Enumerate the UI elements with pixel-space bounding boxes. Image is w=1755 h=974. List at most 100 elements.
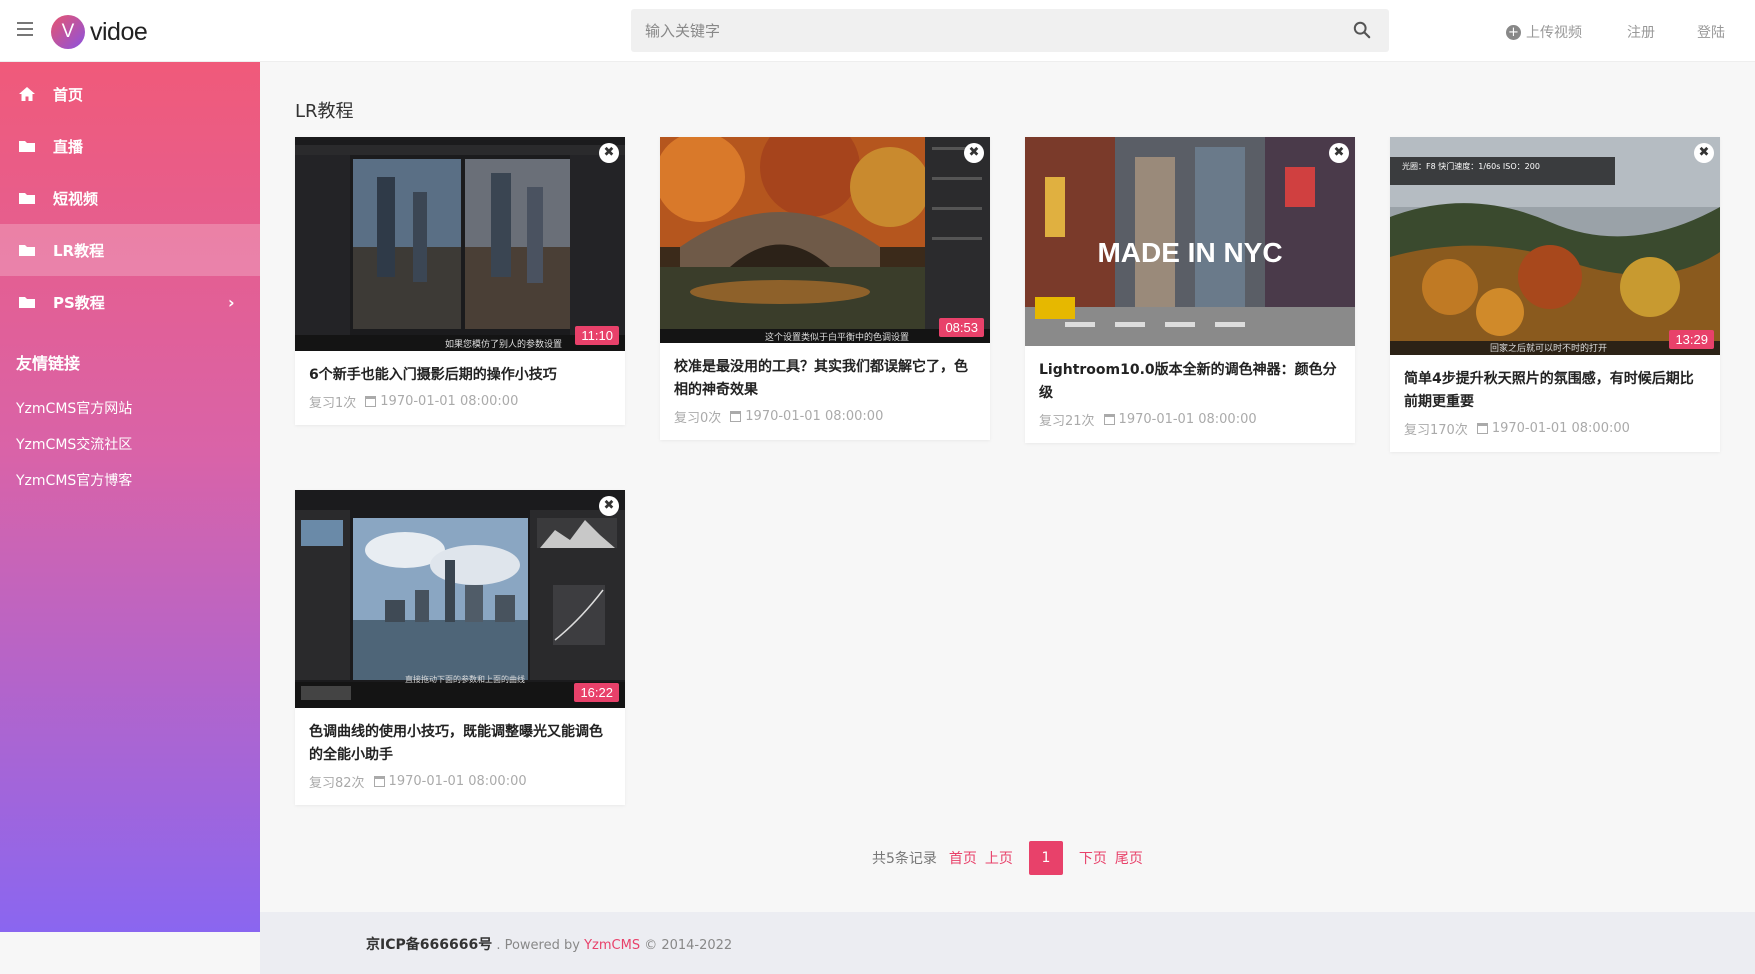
brand-link[interactable]: YzmCMS: [584, 938, 640, 953]
publish-date: 1970-01-01 08:00:00: [380, 394, 519, 409]
exif-caption: 光圈：F8 快门速度：1/60s ISO：200: [1402, 161, 1540, 171]
calendar-icon: [730, 411, 742, 422]
login-link[interactable]: 登陆: [1697, 22, 1725, 42]
video-card[interactable]: 直接拖动下面的参数和上面的曲线 ✖ 16:22 色调曲线的使用小技巧，既能调整曝…: [295, 490, 625, 805]
folder-icon: [19, 193, 35, 204]
sidebar-item-lr-tutorial[interactable]: LR教程: [0, 224, 260, 276]
thumbnail-caption: MADE IN NYC: [1097, 237, 1282, 268]
video-title[interactable]: Lightroom10.0版本全新的调色神器：颜色分级: [1039, 359, 1341, 405]
plus-circle-icon: +: [1506, 24, 1521, 40]
video-card[interactable]: MADE IN NYC ✖ Lightroom10.0版本全新的调色神器：颜色分…: [1025, 137, 1355, 443]
close-icon[interactable]: ✖: [599, 496, 619, 516]
publish-date: 1970-01-01 08:00:00: [745, 409, 884, 424]
sidebar-item-label: LR教程: [53, 241, 105, 260]
thumbnail-image: 光圈：F8 快门速度：1/60s ISO：200 回家之后就可以时不时的打开: [1390, 137, 1720, 355]
current-page[interactable]: 1: [1028, 841, 1063, 875]
first-page-link[interactable]: 首页: [949, 848, 977, 868]
view-count: 复习1次: [309, 396, 357, 411]
search-input[interactable]: [631, 9, 1331, 52]
sidebar-item-live[interactable]: 直播: [0, 120, 260, 172]
close-icon[interactable]: ✖: [1329, 143, 1349, 163]
video-card[interactable]: 光圈：F8 快门速度：1/60s ISO：200 回家之后就可以时不时的打开 ✖…: [1390, 137, 1720, 452]
search-bar: [631, 9, 1389, 52]
hamburger-menu-icon[interactable]: [17, 22, 33, 36]
duration-badge: 13:29: [1669, 330, 1714, 349]
view-count: 复习0次: [674, 411, 722, 426]
video-title[interactable]: 简单4步提升秋天照片的氛围感，有时候后期比前期更重要: [1404, 368, 1706, 414]
video-thumbnail[interactable]: 这个设置类似于白平衡中的色调设置 ✖ 08:53: [660, 137, 990, 343]
video-thumbnail[interactable]: 直接拖动下面的参数和上面的曲线 ✖ 16:22: [295, 490, 625, 708]
duration-badge: 11:10: [575, 326, 619, 345]
view-count: 复习82次: [309, 776, 365, 791]
video-meta: 复习170次 1970-01-01 08:00:00: [1404, 419, 1706, 438]
publish-date: 1970-01-01 08:00:00: [388, 774, 527, 789]
close-icon[interactable]: ✖: [1694, 143, 1714, 163]
sidebar-item-ps-tutorial[interactable]: PS教程 ›: [0, 276, 260, 328]
video-title[interactable]: 6个新手也能入门摄影后期的操作小技巧: [309, 364, 611, 387]
logo-mark: V: [51, 15, 85, 49]
video-meta: 复习82次 1970-01-01 08:00:00: [309, 772, 611, 791]
total-records: 共5条记录: [872, 851, 937, 867]
chevron-right-icon: ›: [228, 292, 235, 312]
video-title[interactable]: 色调曲线的使用小技巧，既能调整曝光又能调色的全能小助手: [309, 721, 611, 767]
sidebar-item-short-video[interactable]: 短视频: [0, 172, 260, 224]
sidebar-item-label: 直播: [53, 137, 84, 156]
sidebar-item-home[interactable]: 首页: [0, 68, 260, 120]
duration-badge: 16:22: [574, 683, 619, 702]
powered-by-label: . Powered by: [492, 938, 585, 953]
view-count: 复习21次: [1039, 414, 1095, 429]
sidebar-item-label: 短视频: [53, 189, 99, 208]
footer: 京ICP备666666号 . Powered by YzmCMS © 2014-…: [260, 912, 1755, 974]
video-thumbnail[interactable]: MADE IN NYC ✖: [1025, 137, 1355, 346]
pagination: 共5条记录 首页 上页 1 下页 尾页: [872, 841, 1147, 875]
last-page-link[interactable]: 尾页: [1115, 848, 1143, 868]
search-icon[interactable]: [1353, 21, 1371, 39]
thumbnail-image: 这个设置类似于白平衡中的色调设置: [660, 137, 990, 343]
thumbnail-caption: 这个设置类似于白平衡中的色调设置: [765, 331, 909, 343]
calendar-icon: [1476, 423, 1488, 434]
view-count: 复习170次: [1404, 423, 1468, 438]
thumbnail-image: MADE IN NYC: [1025, 137, 1355, 346]
thumbnail-caption: 回家之后就可以时不时的打开: [1490, 342, 1607, 354]
close-icon[interactable]: ✖: [964, 143, 984, 163]
top-header: V vidoe + 上传视频 注册 登陆: [0, 0, 1755, 62]
thumbnail-image: 直接拖动下面的参数和上面的曲线: [295, 490, 625, 708]
friend-link[interactable]: YzmCMS官方网站: [16, 398, 132, 418]
icp-number: 京ICP备666666号: [366, 937, 493, 953]
video-card[interactable]: 这个设置类似于白平衡中的色调设置 ✖ 08:53 校准是最没用的工具？其实我们都…: [660, 137, 990, 440]
site-logo[interactable]: V vidoe: [51, 15, 148, 49]
close-icon[interactable]: ✖: [599, 143, 619, 163]
video-meta: 复习1次 1970-01-01 08:00:00: [309, 392, 611, 411]
upload-video-button[interactable]: + 上传视频: [1506, 22, 1582, 42]
thumbnail-caption: 如果您模仿了别人的参数设置: [445, 338, 562, 350]
video-meta: 复习21次 1970-01-01 08:00:00: [1039, 410, 1341, 429]
sidebar: 首页 直播 短视频 LR教程 PS教程 › 友情链接 YzmCMS官方网站 Yz…: [0, 62, 260, 932]
friend-link[interactable]: YzmCMS交流社区: [16, 434, 132, 454]
copyright: © 2014-2022: [640, 938, 733, 953]
home-icon: [19, 87, 35, 101]
thumbnail-image: 如果您模仿了别人的参数设置: [295, 137, 625, 351]
calendar-icon: [365, 396, 377, 407]
prev-page-link[interactable]: 上页: [985, 848, 1013, 868]
register-link[interactable]: 注册: [1627, 22, 1655, 42]
thumbnail-caption: 直接拖动下面的参数和上面的曲线: [405, 674, 525, 684]
video-thumbnail[interactable]: 如果您模仿了别人的参数设置 ✖ 11:10: [295, 137, 625, 351]
calendar-icon: [373, 776, 385, 787]
footer-text: 京ICP备666666号 . Powered by YzmCMS © 2014-…: [366, 934, 732, 954]
folder-icon: [19, 297, 35, 308]
video-thumbnail[interactable]: 光圈：F8 快门速度：1/60s ISO：200 回家之后就可以时不时的打开 ✖…: [1390, 137, 1720, 355]
friend-link[interactable]: YzmCMS官方博客: [16, 470, 132, 490]
folder-icon: [19, 141, 35, 152]
video-title[interactable]: 校准是最没用的工具？其实我们都误解它了，色相的神奇效果: [674, 356, 976, 402]
page-title: LR教程: [295, 101, 354, 122]
duration-badge: 08:53: [939, 318, 984, 337]
logo-text: vidoe: [90, 17, 148, 46]
calendar-icon: [1103, 414, 1115, 425]
video-card[interactable]: 如果您模仿了别人的参数设置 ✖ 11:10 6个新手也能入门摄影后期的操作小技巧…: [295, 137, 625, 425]
sidebar-item-label: 首页: [53, 85, 84, 104]
next-page-link[interactable]: 下页: [1079, 848, 1107, 868]
publish-date: 1970-01-01 08:00:00: [1491, 421, 1630, 436]
video-meta: 复习0次 1970-01-01 08:00:00: [674, 407, 976, 426]
upload-video-label: 上传视频: [1526, 25, 1582, 41]
friend-links-title: 友情链接: [16, 354, 81, 373]
